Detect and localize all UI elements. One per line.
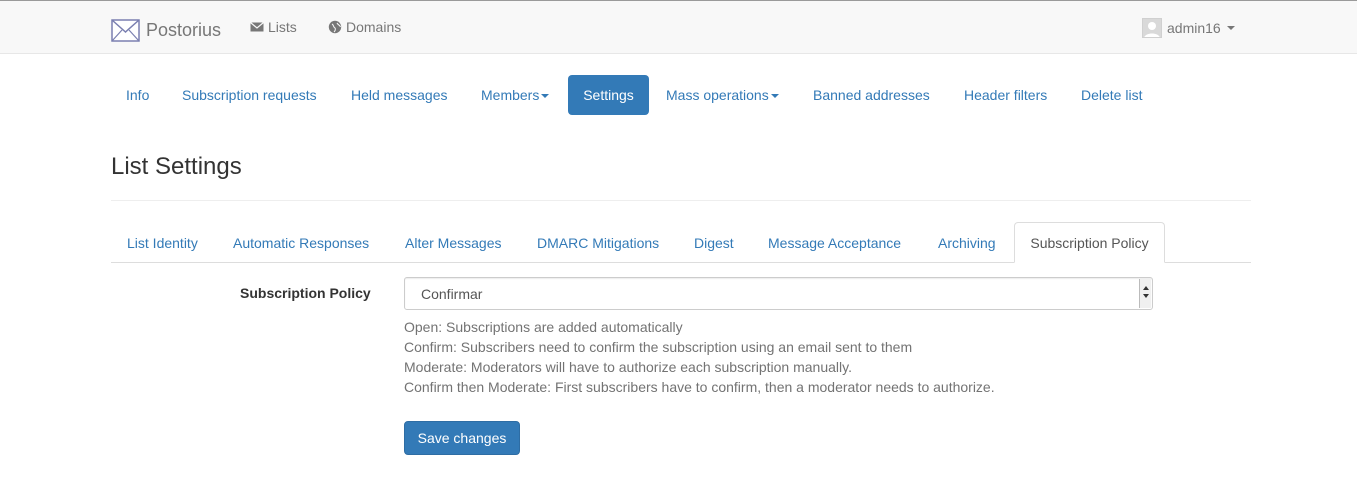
brand-link[interactable]: Postorius [111,17,221,43]
page-title: List Settings [111,153,242,180]
nav-members-dropdown[interactable]: Members [466,75,564,115]
tab-automatic-responses-label: Automatic Responses [233,235,370,251]
brand-name: Postorius [146,19,222,40]
nav-header-filters-label: Header filters [964,87,1048,103]
tab-message-acceptance[interactable]: Message Acceptance [752,222,917,263]
tab-dmarc-mitigations[interactable]: DMARC Mitigations [521,222,675,263]
envelope-icon [250,22,264,32]
nav-mass-operations-label: Mass operations [666,87,769,103]
chevron-down-icon [1226,26,1235,30]
subscription-policy-select[interactable]: Confirmar [404,277,1153,310]
tab-automatic-responses[interactable]: Automatic Responses [217,222,385,263]
tab-dmarc-mitigations-label: DMARC Mitigations [537,235,660,251]
globe-icon [328,20,342,34]
tab-digest[interactable]: Digest [678,222,750,263]
nav-header-filters[interactable]: Header filters [949,75,1062,115]
title-divider [111,200,1251,201]
subscription-policy-label: Subscription Policy [240,285,371,301]
nav-banned-addresses-label: Banned addresses [813,87,930,103]
nav-lists-label: Lists [268,19,297,35]
top-navbar: Postorius Lists Domains admin16 [0,1,1357,54]
nav-lists-link[interactable]: Lists [250,19,297,35]
nav-info[interactable]: Info [111,75,164,115]
nav-held-messages[interactable]: Held messages [336,75,463,115]
tab-archiving[interactable]: Archiving [922,222,1012,263]
avatar [1142,18,1162,38]
nav-mass-operations-dropdown[interactable]: Mass operations [651,75,794,115]
tab-list-identity-label: List Identity [127,235,198,251]
user-menu[interactable]: admin16 [1142,18,1235,38]
tab-subscription-policy[interactable]: Subscription Policy [1014,222,1165,263]
nav-held-messages-label: Held messages [351,87,448,103]
tab-message-acceptance-label: Message Acceptance [768,235,902,251]
mail-logo-icon [111,18,140,42]
nav-banned-addresses[interactable]: Banned addresses [798,75,945,115]
tab-alter-messages[interactable]: Alter Messages [389,222,517,263]
tab-digest-label: Digest [694,235,734,251]
nav-subscription-requests-label: Subscription requests [182,87,317,103]
help-line-confirm-then-moderate: Confirm then Moderate: First subscribers… [404,379,995,395]
nav-info-label: Info [126,87,150,103]
nav-members-label: Members [481,87,540,103]
nav-delete-list[interactable]: Delete list [1066,75,1157,115]
nav-settings[interactable]: Settings [568,75,649,115]
select-spinner-icon [1139,279,1151,308]
tab-subscription-policy-label: Subscription Policy [1030,235,1149,251]
nav-domains-link[interactable]: Domains [328,19,401,35]
caret-down-icon [541,94,550,99]
help-line-confirm: Confirm: Subscribers need to confirm the… [404,339,913,355]
tab-list-identity[interactable]: List Identity [111,222,214,263]
nav-delete-list-label: Delete list [1081,87,1143,103]
tab-archiving-label: Archiving [938,235,996,251]
nav-domains-label: Domains [346,19,402,35]
caret-down-icon [770,94,779,99]
help-line-moderate: Moderate: Moderators will have to author… [404,359,852,375]
help-line-open: Open: Subscriptions are added automatica… [404,319,683,335]
subscription-policy-help: Open: Subscriptions are added automatica… [404,317,995,397]
nav-subscription-requests[interactable]: Subscription requests [167,75,332,115]
save-changes-button[interactable]: Save changes [404,421,520,455]
username: admin16 [1167,20,1221,36]
subscription-policy-value: Confirmar [421,286,483,302]
tab-alter-messages-label: Alter Messages [405,235,502,251]
nav-settings-label: Settings [583,87,634,103]
user-silhouette-icon [1143,19,1161,37]
